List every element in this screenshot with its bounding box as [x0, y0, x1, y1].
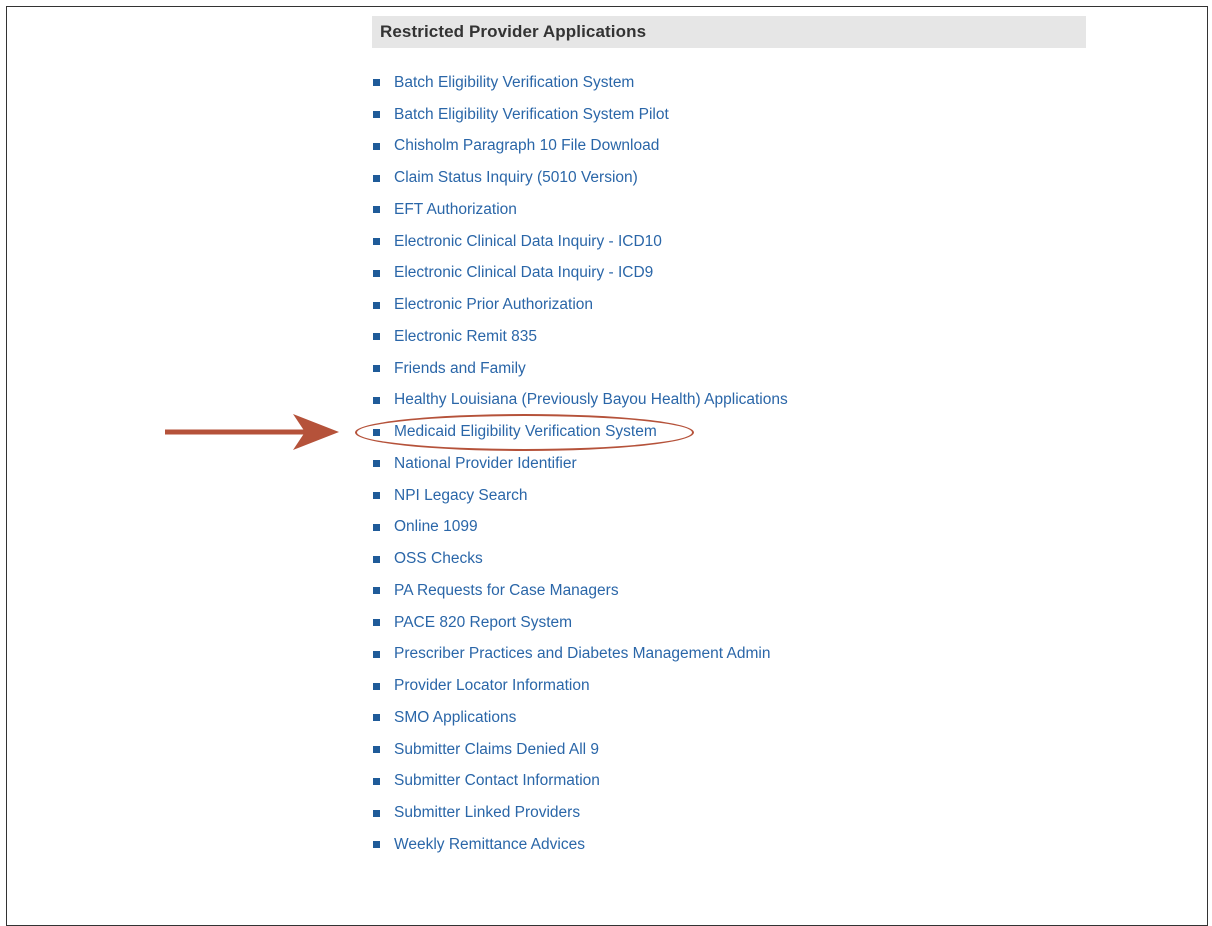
app-link-electronic-prior-authorization[interactable]: Electronic Prior Authorization	[394, 296, 593, 314]
bullet-icon	[373, 841, 380, 849]
list-item: Submitter Linked Providers	[372, 797, 788, 829]
bullet-icon	[373, 746, 380, 754]
app-link-friends-and-family[interactable]: Friends and Family	[394, 360, 526, 378]
app-link-weekly-remittance-advices[interactable]: Weekly Remittance Advices	[394, 836, 585, 854]
bullet-icon	[373, 333, 380, 341]
list-item: Submitter Claims Denied All 9	[372, 734, 788, 766]
list-item: Prescriber Practices and Diabetes Manage…	[372, 639, 788, 671]
app-link-provider-locator-information[interactable]: Provider Locator Information	[394, 677, 590, 695]
list-item: SMO Applications	[372, 702, 788, 734]
app-link-oss-checks[interactable]: OSS Checks	[394, 550, 483, 568]
app-link-pace-820-report-system[interactable]: PACE 820 Report System	[394, 614, 572, 632]
list-item: Online 1099	[372, 512, 788, 544]
bullet-icon	[373, 555, 380, 563]
bullet-icon	[373, 174, 380, 182]
bullet-icon	[373, 365, 380, 373]
app-link-claim-status-inquiry[interactable]: Claim Status Inquiry (5010 Version)	[394, 169, 638, 187]
bullet-icon	[373, 396, 380, 404]
app-link-submitter-linked-providers[interactable]: Submitter Linked Providers	[394, 804, 580, 822]
restricted-provider-applications-panel: Restricted Provider Applications Batch E…	[372, 16, 1086, 853]
bullet-icon	[373, 523, 380, 531]
app-link-national-provider-identifier[interactable]: National Provider Identifier	[394, 455, 577, 473]
bullet-icon	[373, 111, 380, 119]
list-item: NPI Legacy Search	[372, 480, 788, 512]
app-link-eft-authorization[interactable]: EFT Authorization	[394, 201, 517, 219]
bullet-icon	[373, 714, 380, 722]
list-item: Weekly Remittance Advices	[372, 829, 788, 861]
panel-title: Restricted Provider Applications	[380, 22, 647, 41]
app-link-healthy-louisiana-applications[interactable]: Healthy Louisiana (Previously Bayou Heal…	[394, 391, 788, 409]
bullet-icon	[373, 206, 380, 214]
app-link-batch-eligibility-verification-system[interactable]: Batch Eligibility Verification System	[394, 74, 634, 92]
highlight-ellipse	[355, 414, 694, 451]
list-item: Electronic Clinical Data Inquiry - ICD9	[372, 258, 788, 290]
app-link-chisholm-paragraph-10-file-download[interactable]: Chisholm Paragraph 10 File Download	[394, 137, 659, 155]
list-item: Electronic Remit 835	[372, 321, 788, 353]
list-item: Batch Eligibility Verification System Pi…	[372, 99, 788, 131]
app-link-submitter-contact-information[interactable]: Submitter Contact Information	[394, 772, 600, 790]
app-link-smo-applications[interactable]: SMO Applications	[394, 709, 516, 727]
list-item: Electronic Clinical Data Inquiry - ICD10	[372, 226, 788, 258]
list-item: Batch Eligibility Verification System	[372, 67, 788, 99]
right-arrow-icon	[165, 414, 339, 450]
list-item: Friends and Family	[372, 353, 788, 385]
list-item: Submitter Contact Information	[372, 766, 788, 798]
bullet-icon	[373, 301, 380, 309]
bullet-icon	[373, 650, 380, 658]
app-link-electronic-remit-835[interactable]: Electronic Remit 835	[394, 328, 537, 346]
application-list: Batch Eligibility Verification System Ba…	[372, 67, 788, 861]
list-item: PACE 820 Report System	[372, 607, 788, 639]
bullet-icon	[373, 682, 380, 690]
bullet-icon	[373, 460, 380, 468]
list-item: Electronic Prior Authorization	[372, 289, 788, 321]
bullet-icon	[373, 492, 380, 500]
list-item: PA Requests for Case Managers	[372, 575, 788, 607]
list-item: Claim Status Inquiry (5010 Version)	[372, 162, 788, 194]
bullet-icon	[373, 809, 380, 817]
bullet-icon	[373, 587, 380, 595]
bullet-icon	[373, 238, 380, 246]
app-link-online-1099[interactable]: Online 1099	[394, 518, 478, 536]
bullet-icon	[373, 142, 380, 150]
app-link-electronic-clinical-data-inquiry-icd9[interactable]: Electronic Clinical Data Inquiry - ICD9	[394, 264, 653, 282]
app-link-electronic-clinical-data-inquiry-icd10[interactable]: Electronic Clinical Data Inquiry - ICD10	[394, 233, 662, 251]
app-link-pa-requests-for-case-managers[interactable]: PA Requests for Case Managers	[394, 582, 619, 600]
list-item: Healthy Louisiana (Previously Bayou Heal…	[372, 385, 788, 417]
list-item: Provider Locator Information	[372, 670, 788, 702]
app-link-prescriber-practices-and-diabetes-management-admin[interactable]: Prescriber Practices and Diabetes Manage…	[394, 645, 771, 663]
panel-header: Restricted Provider Applications	[372, 16, 1086, 48]
app-link-submitter-claims-denied-all-9[interactable]: Submitter Claims Denied All 9	[394, 741, 599, 759]
list-item: Chisholm Paragraph 10 File Download	[372, 131, 788, 163]
app-link-batch-eligibility-verification-system-pilot[interactable]: Batch Eligibility Verification System Pi…	[394, 106, 669, 124]
list-item: National Provider Identifier	[372, 448, 788, 480]
list-item: OSS Checks	[372, 543, 788, 575]
app-link-npi-legacy-search[interactable]: NPI Legacy Search	[394, 487, 528, 505]
bullet-icon	[373, 777, 380, 785]
bullet-icon	[373, 269, 380, 277]
bullet-icon	[373, 619, 380, 627]
bullet-icon	[373, 79, 380, 87]
list-item: EFT Authorization	[372, 194, 788, 226]
